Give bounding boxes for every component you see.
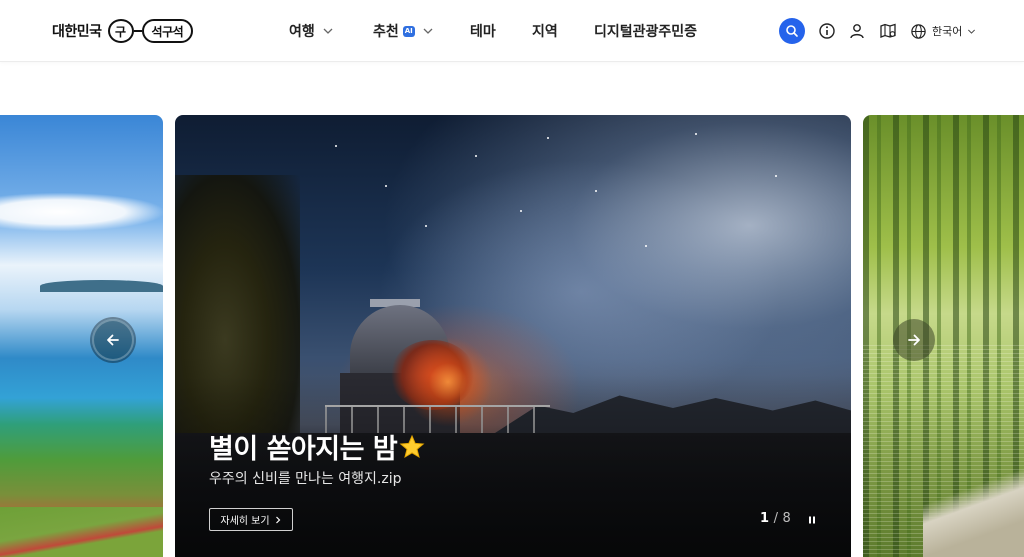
carousel-slide-previous[interactable] (0, 115, 163, 557)
search-icon (786, 25, 798, 37)
language-selector[interactable]: 한국어 (910, 21, 977, 41)
logo-text: 대한민국 (52, 24, 102, 40)
star-dot (425, 225, 427, 227)
arrow-left-icon (107, 334, 119, 346)
globe-icon (911, 23, 926, 39)
nav-item-digital-resident-card[interactable]: 디지털관광주민증 (594, 20, 697, 42)
nav-item-label: 지역 (532, 24, 558, 40)
star-emoji-icon (399, 434, 425, 459)
map-icon (880, 23, 896, 38)
user-button[interactable] (845, 19, 869, 43)
star-dot (520, 210, 522, 212)
language-label: 한국어 (932, 25, 963, 38)
pager-current: 1 (760, 511, 770, 526)
slide-image-cloud (0, 193, 163, 231)
slide-title: 별이 쏟아지는 밤 (209, 427, 425, 466)
pause-icon (809, 516, 815, 524)
logo-mark: 구 (107, 19, 134, 43)
carousel-next-button[interactable] (893, 319, 935, 361)
slide-image-path (923, 465, 1024, 557)
slide-subtitle: 우주의 신비를 만나는 여행지.zip (209, 471, 402, 487)
site-header: 대한민국 구 석구석 여행 추천 AI 테마 지역 디지털관광주민증 한국어 (0, 0, 1024, 62)
star-dot (335, 145, 337, 147)
chevron-down-icon (323, 28, 333, 34)
nav-item-label: 추천 (373, 24, 399, 40)
star-dot (645, 245, 647, 247)
ai-badge: AI (402, 25, 415, 37)
pager-separator: / (773, 511, 778, 526)
slide-image-island (40, 280, 163, 292)
nav-item-region[interactable]: 지역 (532, 20, 558, 42)
search-button[interactable] (779, 18, 805, 44)
slide-title-text: 별이 쏟아지는 밤 (209, 434, 398, 465)
nav-item-travel[interactable]: 여행 (289, 20, 335, 42)
nav-item-label: 디지털관광주민증 (594, 24, 698, 40)
pager-total: 8 (782, 511, 791, 526)
nav-item-label: 테마 (470, 24, 496, 40)
nav-item-recommend[interactable]: 추천 AI (373, 20, 435, 42)
carousel-slide-active[interactable]: 별이 쏟아지는 밤 우주의 신비를 만나는 여행지.zip 자세히 보기 1 /… (175, 115, 851, 557)
star-dot (775, 175, 777, 177)
view-details-label: 자세히 보기 (220, 516, 270, 527)
star-dot (595, 190, 597, 192)
chevron-down-icon (968, 29, 976, 34)
user-icon (850, 24, 864, 39)
view-details-button[interactable]: 자세히 보기 (209, 508, 293, 531)
chevron-down-icon (423, 28, 433, 34)
nav-item-theme[interactable]: 테마 (470, 20, 496, 42)
star-dot (385, 185, 387, 187)
star-dot (475, 155, 477, 157)
chevron-right-icon (275, 516, 280, 523)
map-button[interactable] (876, 19, 900, 43)
carousel-slide-next[interactable] (863, 115, 1024, 557)
logo-pill: 석구석 (141, 19, 194, 43)
nav-item-label: 여행 (289, 24, 315, 40)
star-dot (547, 137, 549, 139)
slide-pager: 1 / 8 (760, 511, 791, 526)
site-logo[interactable]: 대한민국 구 석구석 (52, 17, 194, 45)
arrow-right-icon (908, 334, 920, 346)
carousel-prev-button[interactable] (92, 319, 134, 361)
star-dot (695, 133, 697, 135)
slide-image-road (0, 507, 163, 557)
info-icon (819, 23, 835, 39)
logo-connector (133, 30, 142, 32)
info-button[interactable] (815, 19, 839, 43)
pause-button[interactable] (805, 513, 819, 527)
